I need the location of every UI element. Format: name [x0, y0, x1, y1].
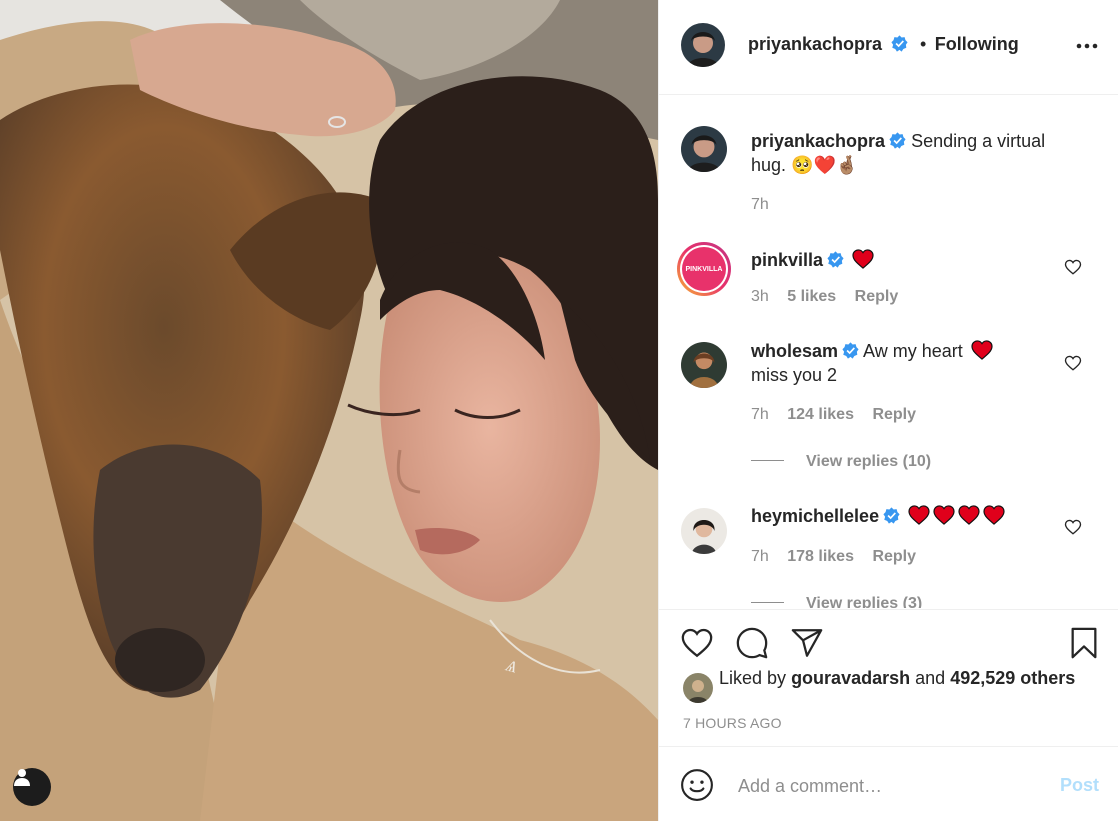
more-options-button[interactable]: [1075, 38, 1099, 54]
post-timestamp[interactable]: 7 HOURS AGO: [683, 715, 782, 731]
comment-avatar[interactable]: PINKVILLA: [677, 242, 731, 296]
liked-by-prefix: Liked by: [719, 668, 787, 688]
comment-likes[interactable]: 124 likes: [787, 406, 854, 423]
red-heart-emoji-icon: [908, 505, 930, 525]
post-comment-button[interactable]: Post: [1060, 775, 1099, 796]
author-avatar[interactable]: [681, 23, 725, 67]
comment-item: heymichellelee 7h 178 likes Reply View r…: [659, 504, 1118, 608]
comment-likes[interactable]: 178 likes: [787, 548, 854, 565]
view-replies-button[interactable]: View replies (3): [751, 595, 922, 608]
liked-by-user[interactable]: gouravadarsh: [791, 668, 910, 688]
caption-avatar-image: [681, 126, 727, 172]
comment-username[interactable]: heymichellelee: [751, 506, 879, 526]
liked-by-and: and: [915, 668, 946, 688]
liker-avatar-image: [683, 673, 713, 703]
follow-separator: •: [919, 34, 927, 54]
comment-avatar[interactable]: [681, 508, 727, 554]
comment-likes[interactable]: 5 likes: [787, 288, 836, 305]
comment-time[interactable]: 7h: [751, 548, 769, 565]
comment-text-block: pinkvilla: [751, 248, 1071, 272]
red-heart-emoji-icon: [983, 505, 1005, 525]
comment-text-line2: miss you 2: [751, 365, 838, 385]
caption-text-block: priyankachopra Sending a virtual hug. 🥺❤…: [751, 129, 1071, 178]
verified-badge-icon: [889, 132, 906, 149]
comment-text-block: heymichellelee: [751, 504, 1071, 528]
comment-time[interactable]: 7h: [751, 406, 769, 423]
verified-badge-icon: [827, 251, 844, 268]
user-tag-icon: [14, 769, 30, 786]
like-icon[interactable]: [680, 626, 714, 660]
comment-meta: 3h 5 likes Reply: [751, 288, 912, 306]
view-replies-label: View replies (3): [806, 595, 923, 608]
add-comment-bar: Post: [659, 746, 1118, 821]
verified-badge-icon: [883, 507, 900, 524]
red-heart-emoji-icon: [852, 249, 874, 269]
comment-username[interactable]: wholesam: [751, 341, 838, 361]
comment-item: PINKVILLA pinkvilla 3h 5 likes Reply: [659, 236, 1118, 326]
comment-item: wholesam Aw my heart miss you 2 7h 124 l…: [659, 336, 1118, 486]
caption-emoji: 🥺❤️🤞🏽: [791, 155, 859, 176]
emoji-icon[interactable]: [680, 768, 714, 802]
liker-avatar[interactable]: [683, 673, 713, 703]
comment-text-block: wholesam Aw my heart miss you 2: [751, 339, 1071, 387]
save-icon[interactable]: [1067, 626, 1101, 660]
view-replies-line: [751, 460, 784, 461]
liked-by-line: Liked by gouravadarsh and 492,529 others: [719, 668, 1075, 689]
caption-avatar[interactable]: [681, 126, 727, 172]
view-replies-label: View replies (10): [806, 453, 932, 470]
photo-illustration: Ѧ: [0, 0, 658, 821]
comment-like-icon[interactable]: [1064, 518, 1082, 536]
comment-username[interactable]: pinkvilla: [751, 250, 823, 270]
verified-badge-icon: [842, 342, 859, 359]
following-button[interactable]: Following: [935, 34, 1019, 54]
comment-time[interactable]: 3h: [751, 288, 769, 305]
verified-badge-icon: [890, 35, 908, 52]
comment-like-icon[interactable]: [1064, 258, 1082, 276]
post-side-panel: priyankachopra • Following priyankachopr…: [658, 0, 1118, 821]
caption-time[interactable]: 7h: [751, 196, 769, 213]
user-tag-button[interactable]: [13, 768, 51, 806]
red-heart-emoji-icon: [933, 505, 955, 525]
comment-meta: 7h 124 likes Reply: [751, 406, 930, 424]
pinkvilla-logo-text: PINKVILLA: [685, 265, 723, 273]
author-username[interactable]: priyankachopra: [748, 34, 882, 54]
red-heart-emoji-icon: [958, 505, 980, 525]
wholesam-avatar-image: [681, 342, 727, 388]
caption: priyankachopra Sending a virtual hug. 🥺❤…: [659, 96, 1118, 226]
reply-button[interactable]: Reply: [872, 406, 916, 423]
caption-meta: 7h: [751, 196, 783, 214]
post-header: priyankachopra • Following: [659, 0, 1118, 95]
red-heart-emoji-icon: [971, 340, 993, 360]
more-options-icon: [1076, 43, 1098, 49]
comment-meta: 7h 178 likes Reply: [751, 548, 930, 566]
liked-by-others[interactable]: 492,529 others: [950, 668, 1075, 688]
comments-list[interactable]: priyankachopra Sending a virtual hug. 🥺❤…: [659, 96, 1118, 608]
comment-text: Aw my heart: [863, 341, 963, 361]
reply-button[interactable]: Reply: [855, 288, 899, 305]
share-icon[interactable]: [790, 626, 824, 660]
view-replies-button[interactable]: View replies (10): [751, 453, 931, 471]
comment-like-icon[interactable]: [1064, 354, 1082, 372]
reply-button[interactable]: Reply: [872, 548, 916, 565]
comment-icon[interactable]: [735, 626, 769, 660]
post-photo[interactable]: Ѧ: [0, 0, 658, 821]
caption-username[interactable]: priyankachopra: [751, 131, 885, 151]
comment-input[interactable]: [736, 771, 1020, 801]
view-replies-line: [751, 602, 784, 603]
comment-avatar[interactable]: [681, 342, 727, 388]
heymichellelee-avatar-image: [681, 508, 727, 554]
header-info: priyankachopra • Following: [748, 34, 1019, 55]
author-avatar-image: [681, 23, 725, 67]
